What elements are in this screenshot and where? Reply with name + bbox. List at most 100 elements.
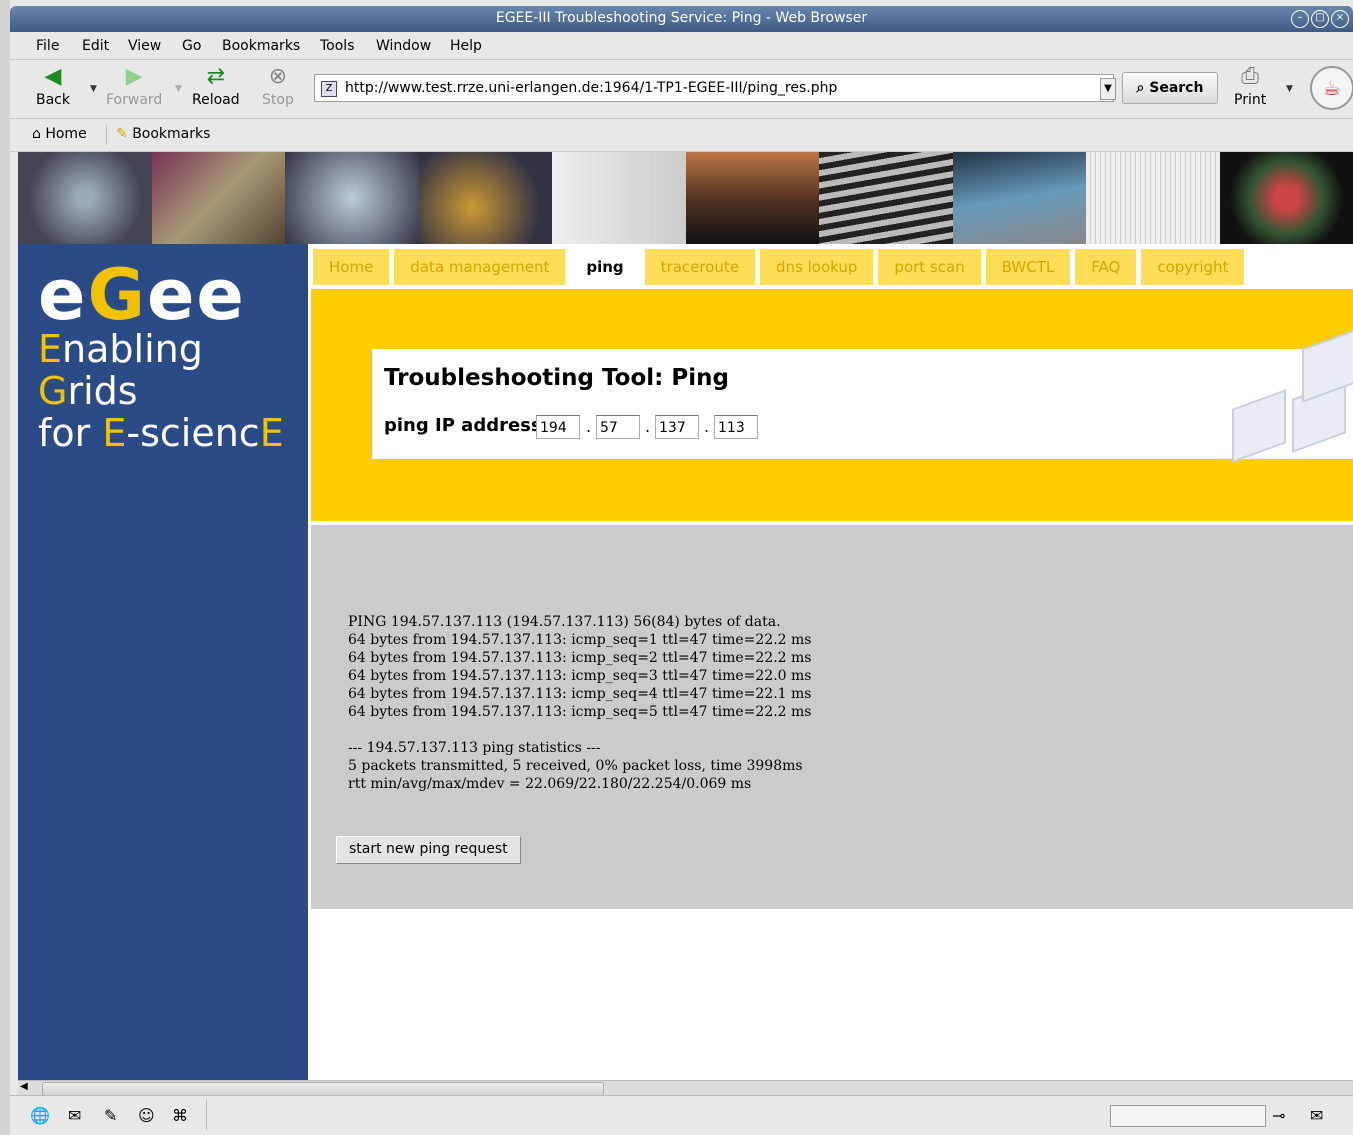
- composer-icon[interactable]: ✎: [104, 1106, 117, 1125]
- separator: [106, 125, 107, 145]
- stop-icon: ⊗: [264, 64, 292, 90]
- menu-file[interactable]: File: [36, 38, 59, 54]
- decorative-cube: [1232, 389, 1286, 463]
- tab-dns-lookup[interactable]: dns lookup: [760, 249, 873, 285]
- ip-octet-4[interactable]: 113: [714, 415, 758, 439]
- scrollbar-thumb[interactable]: [42, 1082, 604, 1096]
- stop-label: Stop: [262, 92, 294, 108]
- bookmarks-label: Bookmarks: [132, 126, 210, 142]
- home-icon: ⌂: [32, 126, 41, 142]
- menu-tools[interactable]: Tools: [320, 38, 355, 54]
- ping-ip-label: ping IP address:: [384, 415, 549, 436]
- tab-home[interactable]: Home: [313, 249, 389, 285]
- menu-edit[interactable]: Edit: [82, 38, 109, 54]
- home-bookmark[interactable]: ⌂ Home: [32, 126, 87, 142]
- forward-label: Forward: [106, 92, 162, 108]
- page-content: eGee Enabling Grids for E-sciencE Home d…: [18, 152, 1353, 1080]
- scroll-left-icon[interactable]: ◀: [20, 1081, 28, 1092]
- url-text: http://www.test.rrze.uni-erlangen.de:196…: [345, 80, 837, 96]
- navigation-toolbar: ◀ Back ▼ ▶ Forward ▼ ⇄ Reload ⊗ Stop Z h…: [10, 60, 1353, 119]
- tab-faq[interactable]: FAQ: [1075, 249, 1136, 285]
- home-bookmark-label: Home: [45, 126, 86, 142]
- bookmarks-toolbar: ⌂ Home ✎ Bookmarks: [10, 119, 1353, 152]
- back-dropdown-icon[interactable]: ▼: [90, 84, 97, 94]
- tab-bwctl[interactable]: BWCTL: [986, 249, 1071, 285]
- irc-chat-icon[interactable]: ⌘: [172, 1106, 188, 1125]
- reload-button[interactable]: ⇄ Reload: [192, 64, 240, 108]
- menu-bookmarks[interactable]: Bookmarks: [222, 38, 300, 54]
- banner-waves-image: [819, 152, 953, 244]
- stop-button[interactable]: ⊗ Stop: [262, 64, 294, 108]
- menu-bar: File Edit View Go Bookmarks Tools Window…: [10, 33, 1353, 60]
- title-bar: EGEE-III Troubleshooting Service: Ping -…: [10, 6, 1353, 32]
- tool-tabs: Home data management ping traceroute dns…: [313, 249, 1244, 287]
- ip-dot: .: [704, 417, 709, 436]
- mail-icon[interactable]: ✉: [68, 1106, 81, 1125]
- banner-chemistry-image: [552, 152, 686, 244]
- back-arrow-icon: ◀: [39, 64, 67, 90]
- java-icon[interactable]: ☕: [1310, 66, 1353, 110]
- menu-window[interactable]: Window: [376, 38, 431, 54]
- egee-logo: eGee: [38, 254, 246, 336]
- search-button[interactable]: ⌕ Search: [1122, 72, 1218, 104]
- window-title: EGEE-III Troubleshooting Service: Ping -…: [10, 10, 1353, 26]
- print-label: Print: [1234, 92, 1266, 108]
- ip-dot: .: [586, 417, 591, 436]
- progress-bar: [1110, 1105, 1266, 1127]
- reload-icon: ⇄: [202, 64, 230, 90]
- status-bar: 🌐 ✉ ✎ ☺ ⌘ ⊸ ✉: [10, 1095, 1353, 1135]
- url-dropdown-icon[interactable]: ▼: [1100, 78, 1116, 100]
- ip-octet-3[interactable]: 137: [655, 415, 699, 439]
- banner-detector-image: [18, 152, 152, 244]
- minimize-icon[interactable]: –: [1291, 10, 1309, 28]
- online-status-icon[interactable]: ⊸: [1272, 1106, 1285, 1125]
- banner-molecule-image: [285, 152, 419, 244]
- horizontal-scrollbar[interactable]: ◀: [18, 1080, 1353, 1095]
- tab-ping[interactable]: ping: [570, 249, 639, 293]
- page-icon: Z: [321, 81, 337, 97]
- tab-data-management[interactable]: data management: [394, 249, 565, 285]
- banner-globe-image: [419, 152, 553, 244]
- print-button[interactable]: ⎙ Print: [1234, 64, 1266, 108]
- address-book-icon[interactable]: ☺: [138, 1106, 155, 1125]
- separator: [206, 1100, 207, 1130]
- header-banner: [18, 152, 1353, 244]
- close-icon[interactable]: ×: [1331, 10, 1349, 28]
- navigator-icon[interactable]: 🌐: [30, 1106, 50, 1125]
- back-button[interactable]: ◀ Back: [36, 64, 70, 108]
- browser-window: EGEE-III Troubleshooting Service: Ping -…: [10, 0, 1353, 1134]
- ip-octet-2[interactable]: 57: [596, 415, 640, 439]
- menu-help[interactable]: Help: [450, 38, 482, 54]
- sidebar: eGee Enabling Grids for E-sciencE: [18, 244, 308, 1080]
- maximize-icon[interactable]: □: [1311, 10, 1329, 28]
- search-label: Search: [1149, 80, 1203, 96]
- banner-virus-image: [1220, 152, 1353, 244]
- menu-go[interactable]: Go: [182, 38, 201, 54]
- page-title: Troubleshooting Tool: Ping: [384, 365, 729, 391]
- banner-chart-image: [1086, 152, 1220, 244]
- banner-experiment-image: [152, 152, 286, 244]
- ip-octet-1[interactable]: 194: [536, 415, 580, 439]
- tagline: Enabling Grids for E-sciencE: [38, 328, 308, 454]
- ping-form: Troubleshooting Tool: Ping ping IP addre…: [372, 349, 1353, 459]
- print-dropdown-icon[interactable]: ▼: [1286, 84, 1293, 94]
- ping-output: PING 194.57.137.113 (194.57.137.113) 56(…: [348, 613, 811, 793]
- url-bar[interactable]: Z http://www.test.rrze.uni-erlangen.de:1…: [314, 74, 1114, 102]
- ip-dot: .: [645, 417, 650, 436]
- ping-output-panel: PING 194.57.137.113 (194.57.137.113) 56(…: [311, 525, 1353, 909]
- tab-port-scan[interactable]: port scan: [878, 249, 980, 285]
- bookmarks-menu[interactable]: ✎ Bookmarks: [116, 126, 210, 142]
- reload-label: Reload: [192, 92, 240, 108]
- start-new-ping-button[interactable]: start new ping request: [336, 836, 521, 864]
- security-icon[interactable]: ✉: [1310, 1106, 1323, 1125]
- search-icon: ⌕: [1137, 80, 1145, 96]
- banner-earth-horizon-image: [953, 152, 1087, 244]
- tab-copyright[interactable]: copyright: [1141, 249, 1244, 285]
- forward-button[interactable]: ▶ Forward: [106, 64, 162, 108]
- forward-dropdown-icon[interactable]: ▼: [175, 84, 182, 94]
- tab-traceroute[interactable]: traceroute: [645, 249, 755, 285]
- banner-oil-pump-image: [686, 152, 820, 244]
- bookmarks-icon: ✎: [116, 126, 128, 142]
- back-label: Back: [36, 92, 70, 108]
- menu-view[interactable]: View: [128, 38, 161, 54]
